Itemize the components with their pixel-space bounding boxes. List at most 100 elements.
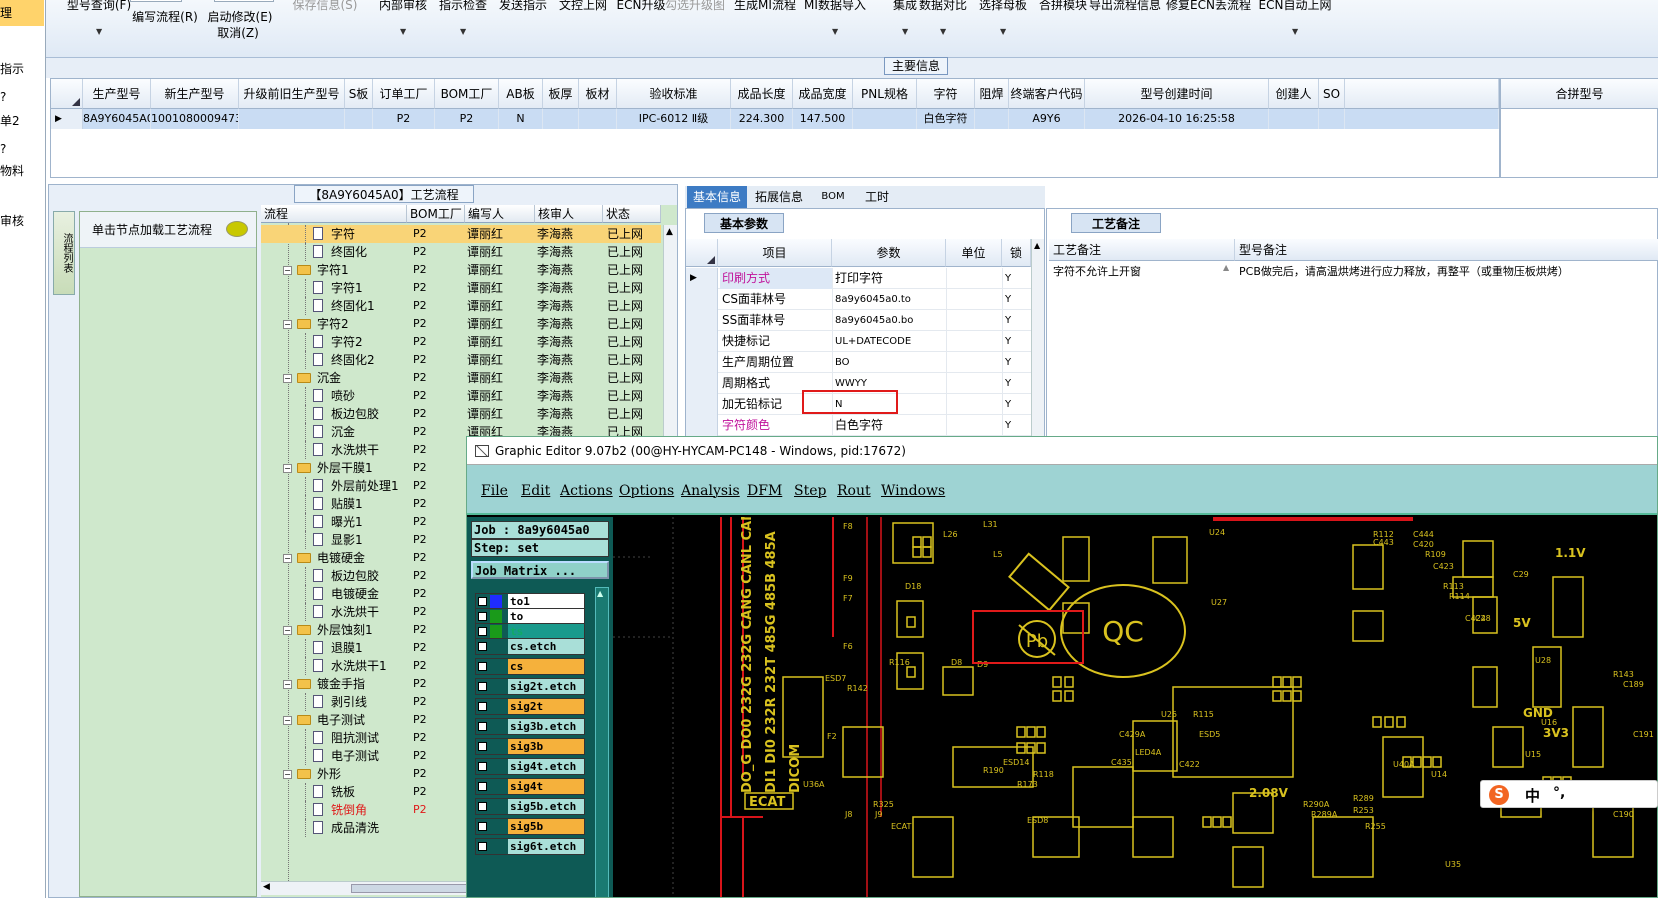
layer-row[interactable]: sig4t.etch xyxy=(475,758,585,775)
layer-checkbox[interactable] xyxy=(478,627,487,636)
tree-column-header[interactable]: 流程 xyxy=(261,205,407,223)
collapse-icon[interactable]: − xyxy=(283,464,292,473)
process-remark-text[interactable]: 字符不允许上开窗 xyxy=(1053,263,1223,279)
toolbar-button[interactable]: 保存信息(S) xyxy=(286,0,364,13)
basic-info-tab[interactable]: 工时 xyxy=(855,186,899,208)
editor-menu-item[interactable]: Windows xyxy=(881,483,945,499)
main-column-header[interactable]: 阻焊 xyxy=(975,79,1009,109)
basic-item-unit[interactable] xyxy=(946,331,1002,352)
scroll-left-icon[interactable]: ◀ xyxy=(263,882,270,892)
basic-row[interactable]: 生产周期位置 BO Y xyxy=(686,352,1031,373)
left-nav-item[interactable]: 审核 xyxy=(0,212,24,229)
main-row-cell[interactable]: P2 xyxy=(373,109,435,129)
collapse-icon[interactable]: − xyxy=(283,626,292,635)
main-row-cell[interactable]: N xyxy=(499,109,543,129)
basic-item-flag[interactable]: Y xyxy=(1002,289,1030,310)
main-column-header[interactable]: 型号创建时间 xyxy=(1085,79,1269,109)
main-row-cell[interactable] xyxy=(239,109,345,129)
job-matrix-button[interactable]: Job Matrix ... xyxy=(471,561,609,579)
main-row-cell[interactable] xyxy=(975,109,1009,129)
main-column-header[interactable]: AB板 xyxy=(499,79,543,109)
dropdown-arrow-icon[interactable]: ▼ xyxy=(1292,27,1298,36)
basic-row[interactable]: 快捷标记 UL+DATECODE Y xyxy=(686,331,1031,352)
layer-row[interactable]: cs.etch xyxy=(475,638,585,655)
basic-column-header[interactable]: 项目 xyxy=(718,239,832,267)
ime-logo-icon[interactable]: S xyxy=(1489,785,1509,805)
main-row-cell[interactable] xyxy=(1319,109,1345,129)
basic-info-tab[interactable]: 拓展信息 xyxy=(749,186,809,208)
dropdown-arrow-icon[interactable]: ▼ xyxy=(96,27,102,36)
main-row-cell[interactable]: IPC-6012 Ⅱ级 xyxy=(617,109,731,129)
left-nav-item[interactable]: ? xyxy=(0,142,6,156)
toolbar-button[interactable]: 编写流程(R) xyxy=(126,8,204,25)
main-column-header[interactable]: SO xyxy=(1319,79,1345,109)
main-row-cell[interactable]: 白色字符 xyxy=(917,109,975,129)
main-row-cell[interactable]: 224.300 xyxy=(731,109,793,129)
basic-item-unit[interactable] xyxy=(946,289,1002,310)
basic-item-unit[interactable] xyxy=(946,310,1002,331)
tree-column-header[interactable]: 状态 xyxy=(603,205,661,223)
basic-column-header[interactable]: 锁 xyxy=(1002,239,1031,267)
layer-checkbox[interactable] xyxy=(478,782,487,791)
layer-row[interactable]: sig5b.etch xyxy=(475,798,585,815)
process-list-side-tab[interactable]: 流程列表 xyxy=(53,211,75,295)
left-nav-item[interactable]: 指示 xyxy=(0,60,24,77)
basic-item-value[interactable]: 8a9y6045a0.bo xyxy=(832,310,946,331)
basic-item-unit[interactable] xyxy=(946,415,1002,436)
dropdown-arrow-icon[interactable]: ▼ xyxy=(902,27,908,36)
dropdown-arrow-icon[interactable]: ▼ xyxy=(400,27,406,36)
layer-checkbox[interactable] xyxy=(478,842,487,851)
basic-item-unit[interactable] xyxy=(946,373,1002,394)
layer-checkbox[interactable] xyxy=(478,642,487,651)
main-row-cell[interactable]: 147.500 xyxy=(793,109,853,129)
basic-column-header[interactable]: 参数 xyxy=(832,239,946,267)
tree-row[interactable]: 喷砂 P2 谭丽红 李海燕 已上网 xyxy=(261,387,661,405)
editor-menu-item[interactable]: File xyxy=(481,483,508,499)
main-column-header[interactable]: 字符 xyxy=(917,79,975,109)
main-column-header[interactable]: PNL规格 xyxy=(853,79,917,109)
basic-row[interactable]: SS面菲林号 8a9y6045a0.bo Y xyxy=(686,310,1031,331)
basic-item-value[interactable]: 打印字符 xyxy=(832,268,946,289)
main-column-header[interactable]: 升级前旧生产型号 xyxy=(239,79,345,109)
graphic-editor-titlebar[interactable]: Graphic Editor 9.07b2 (00@HY-HYCAM-PC148… xyxy=(467,437,1657,465)
layer-row[interactable]: sig3b.etch xyxy=(475,718,585,735)
tree-row[interactable]: 板边包胶 P2 谭丽红 李海燕 已上网 xyxy=(261,405,661,423)
main-column-header[interactable]: 验收标准 xyxy=(617,79,731,109)
tree-row[interactable]: 字符2 P2 谭丽红 李海燕 已上网 xyxy=(261,333,661,351)
scroll-up-icon[interactable]: ▲ xyxy=(666,227,673,237)
toolbar-button[interactable]: 取消(Z) xyxy=(216,24,260,41)
pcb-drawing[interactable]: QCPbDO_G DO0 232G 232G CANG CANL CANH DI1… xyxy=(613,517,1658,898)
main-row-cell[interactable] xyxy=(853,109,917,129)
main-info-label[interactable]: 主要信息 xyxy=(884,57,948,75)
tree-row[interactable]: 终固化1 P2 谭丽红 李海燕 已上网 xyxy=(261,297,661,315)
dropdown-arrow-icon[interactable]: ▼ xyxy=(832,27,838,36)
layer-row[interactable]: sig4t xyxy=(475,778,585,795)
editor-menu-item[interactable]: Actions xyxy=(560,483,613,499)
basic-row[interactable]: ▶ 印刷方式 打印字符 Y xyxy=(686,268,1031,289)
collapse-icon[interactable]: − xyxy=(283,770,292,779)
merge-column-header[interactable]: 合拼型号 xyxy=(1501,79,1658,109)
toolbar-button[interactable]: 勾选升级图 xyxy=(656,0,734,13)
basic-scroll-up-icon[interactable]: ▲ xyxy=(1034,241,1040,250)
layer-scrollbar[interactable]: ▲ xyxy=(595,587,609,897)
editor-menu-item[interactable]: Step xyxy=(794,483,826,499)
model-remark-text[interactable]: PCB做完后，请高温烘烤进行应力释放，再整平（或重物压板烘烤） xyxy=(1239,263,1657,279)
pcb-canvas[interactable]: QC Pb DO_G DO0 232G 232G CANG CANL CANH DI1… xyxy=(613,517,1658,898)
main-column-header[interactable]: 新生产型号 xyxy=(151,79,239,109)
editor-menu-item[interactable]: Edit xyxy=(521,483,550,499)
ime-lang-toggle[interactable]: 中 xyxy=(1525,785,1540,806)
basic-item-value[interactable]: 8a9y6045a0.to xyxy=(832,289,946,310)
tree-row[interactable]: − 字符1 P2 谭丽红 李海燕 已上网 xyxy=(261,261,661,279)
layer-scroll-up-icon[interactable]: ▲ xyxy=(597,589,603,598)
toolbar-button[interactable]: 启动修改(E) xyxy=(206,8,274,25)
layer-row[interactable]: sig3b xyxy=(475,738,585,755)
basic-row[interactable]: CS面菲林号 8a9y6045a0.to Y xyxy=(686,289,1031,310)
layer-checkbox[interactable] xyxy=(478,762,487,771)
basic-item-flag[interactable]: Y xyxy=(1002,352,1030,373)
basic-item-flag[interactable]: Y xyxy=(1002,373,1030,394)
collapse-icon[interactable]: − xyxy=(283,266,292,275)
main-column-header[interactable]: S板 xyxy=(345,79,373,109)
basic-column-header[interactable]: 单位 xyxy=(946,239,1002,267)
main-column-header[interactable]: 板厚 xyxy=(543,79,579,109)
tree-column-header[interactable]: 核审人 xyxy=(535,205,603,223)
